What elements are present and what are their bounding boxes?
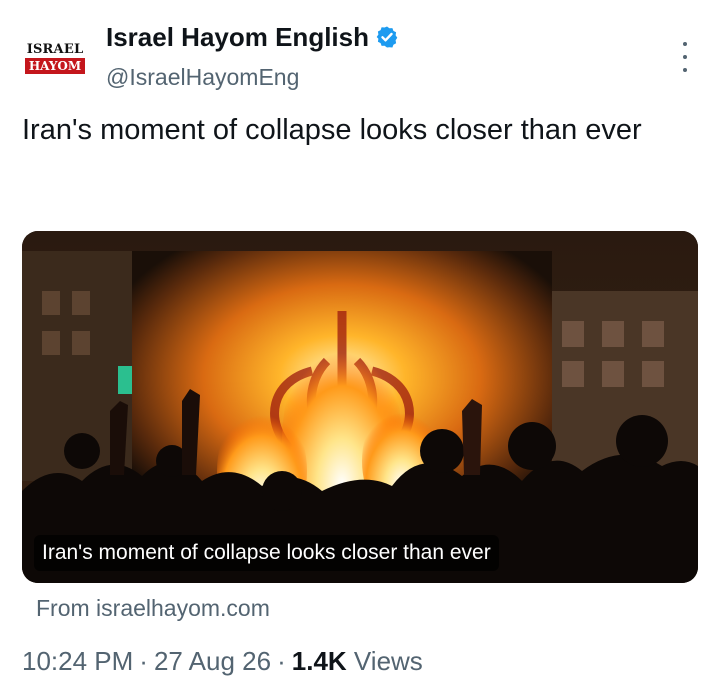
dot-icon [683, 55, 687, 59]
views-label: Views [353, 646, 423, 676]
author-display-name[interactable]: Israel Hayom English [106, 20, 369, 54]
verified-badge-icon [376, 26, 398, 48]
views-count: 1.4K [291, 646, 347, 676]
tweet-time[interactable]: 10:24 PM [22, 646, 133, 676]
more-options-icon[interactable] [678, 42, 692, 72]
author-name-row[interactable]: Israel Hayom English [106, 20, 399, 54]
meta-separator: · [139, 646, 148, 676]
card-image [22, 231, 698, 583]
tweet-text: Iran's moment of collapse looks closer t… [22, 114, 642, 146]
avatar-logo-top: ISRAEL [26, 41, 84, 57]
avatar[interactable]: ISRAEL HAYOM [24, 38, 86, 78]
tweet-date[interactable]: 27 Aug 26 [154, 646, 271, 676]
tweet-meta: 10:24 PM · 27 Aug 26 · 1.4K Views [22, 643, 423, 679]
meta-separator: · [277, 646, 286, 676]
link-card[interactable]: Iran's moment of collapse looks closer t… [22, 231, 698, 583]
dot-icon [683, 42, 687, 46]
dot-icon [683, 68, 687, 72]
card-source-link[interactable]: From israelhayom.com [36, 593, 270, 623]
card-caption: Iran's moment of collapse looks closer t… [34, 535, 499, 571]
avatar-logo-bottom: HAYOM [24, 57, 86, 74]
author-handle[interactable]: @IsraelHayomEng [106, 62, 299, 92]
